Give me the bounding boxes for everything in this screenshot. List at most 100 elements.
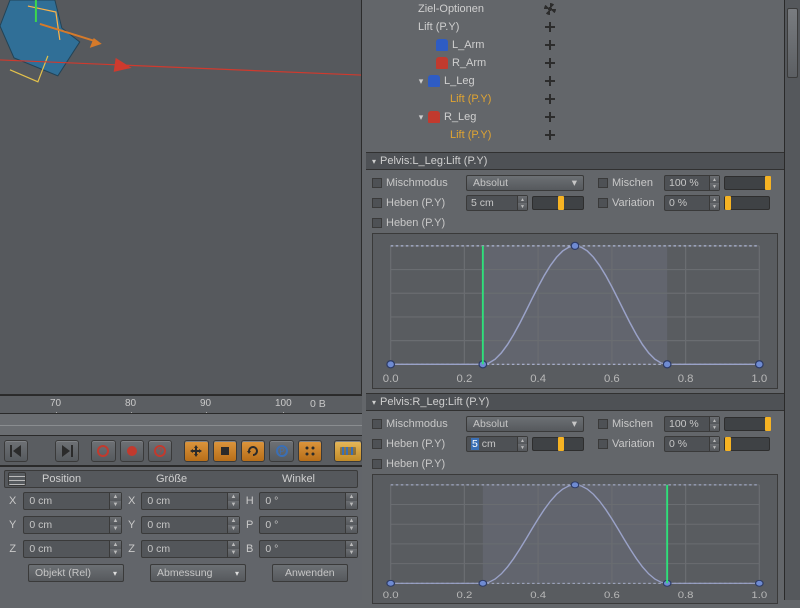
variation-slider[interactable] xyxy=(724,196,770,210)
svg-text:0.0: 0.0 xyxy=(383,591,399,601)
tree-item[interactable]: ▾ L_Leg xyxy=(366,72,784,90)
expander-icon[interactable]: ▾ xyxy=(416,112,426,123)
angle-axis-label: B xyxy=(242,543,257,555)
chevron-down-icon: ▾ xyxy=(572,418,577,430)
heben-slider[interactable] xyxy=(532,437,584,451)
mix-input[interactable]: 100 %▲▼ xyxy=(664,416,720,432)
heben-curve-label: Heben (P.Y) xyxy=(386,217,462,229)
size-input[interactable]: 0 cm▲▼ xyxy=(141,516,240,534)
tree-item[interactable]: R_Arm xyxy=(366,54,784,72)
angle-axis-label: H xyxy=(242,495,257,507)
variation-checkbox[interactable] xyxy=(598,439,608,449)
move-icon xyxy=(544,111,556,123)
record-button[interactable] xyxy=(91,440,115,462)
chevron-down-icon: ▾ xyxy=(113,569,117,578)
heben-checkbox[interactable] xyxy=(372,439,382,449)
scrollbar-thumb[interactable] xyxy=(787,8,798,78)
rotate-tool-button[interactable] xyxy=(241,440,265,462)
move-icon xyxy=(544,57,556,69)
svg-text:?: ? xyxy=(158,447,163,456)
coord-row: X 0 cm▲▼ X 0 cm▲▼ H 0 °▲▼ xyxy=(4,490,358,512)
move-tool-button[interactable] xyxy=(184,440,208,462)
expander-icon[interactable]: ▾ xyxy=(416,76,426,87)
variation-input[interactable]: 0 %▲▼ xyxy=(664,195,720,211)
curve-graph[interactable]: 0.00.20.40.60.81.0 xyxy=(372,474,778,604)
dimension-combo[interactable]: Abmessung▾ xyxy=(150,564,246,582)
position-input[interactable]: 0 cm▲▼ xyxy=(23,492,122,510)
angle-input[interactable]: 0 °▲▼ xyxy=(259,516,358,534)
panel-title: Pelvis:L_Leg:Lift (P.Y) xyxy=(380,155,487,167)
timeline-tick: 70 xyxy=(50,398,61,409)
param-key-button[interactable]: P xyxy=(269,440,293,462)
coord-row: Y 0 cm▲▼ Y 0 cm▲▼ P 0 °▲▼ xyxy=(4,514,358,536)
position-input[interactable]: 0 cm▲▼ xyxy=(23,516,122,534)
frame-counter: 0 B xyxy=(310,398,326,410)
mix-checkbox[interactable] xyxy=(598,178,608,188)
curve-graph[interactable]: 0.00.20.40.60.81.0 xyxy=(372,233,778,389)
scale-tool-button[interactable] xyxy=(213,440,237,462)
heben-curve-checkbox[interactable] xyxy=(372,218,382,228)
size-input[interactable]: 0 cm▲▼ xyxy=(141,540,240,558)
timeline-tick: 80 xyxy=(125,398,136,409)
key-filter-button[interactable] xyxy=(334,440,362,462)
heben-input[interactable]: 5 cm▲▼ xyxy=(466,436,528,452)
variation-input[interactable]: 0 %▲▼ xyxy=(664,436,720,452)
variation-slider[interactable] xyxy=(724,437,770,451)
tree-item[interactable]: Ziel-Optionen xyxy=(366,0,784,18)
tree-item[interactable]: Lift (P.Y) xyxy=(366,126,784,144)
panel-header[interactable]: ▾ Pelvis:R_Leg:Lift (P.Y) xyxy=(366,393,784,411)
apply-button[interactable]: Anwenden xyxy=(272,564,348,582)
svg-text:0.6: 0.6 xyxy=(604,591,620,601)
coordinate-panel: Position Größe Winkel X 0 cm▲▼ X 0 cm▲▼ … xyxy=(0,466,362,600)
mix-slider[interactable] xyxy=(724,417,770,431)
tree-item[interactable]: Lift (P.Y) xyxy=(366,18,784,36)
goto-start-button[interactable] xyxy=(4,440,28,462)
object-tree[interactable]: Ziel-Optionen Lift (P.Y) L_Arm R_Arm ▾ L… xyxy=(366,0,784,152)
angle-input[interactable]: 0 °▲▼ xyxy=(259,540,358,558)
size-input[interactable]: 0 cm▲▼ xyxy=(141,492,240,510)
mixmode-combo[interactable]: Absolut▾ xyxy=(466,416,584,432)
joint-icon xyxy=(436,57,448,69)
mixmode-combo[interactable]: Absolut▾ xyxy=(466,175,584,191)
heben-checkbox[interactable] xyxy=(372,198,382,208)
heben-input[interactable]: 5 cm▲▼ xyxy=(466,195,528,211)
point-level-button[interactable] xyxy=(298,440,322,462)
chevron-down-icon: ▾ xyxy=(572,177,577,189)
mixmode-checkbox[interactable] xyxy=(372,178,382,188)
panel-header[interactable]: ▾ Pelvis:L_Leg:Lift (P.Y) xyxy=(366,152,784,170)
tree-item-label: Lift (P.Y) xyxy=(450,129,491,141)
mix-slider[interactable] xyxy=(724,176,770,190)
tree-item[interactable]: ▾ R_Leg xyxy=(366,108,784,126)
mix-checkbox[interactable] xyxy=(598,419,608,429)
heben-slider[interactable] xyxy=(532,196,584,210)
mix-input[interactable]: 100 %▲▼ xyxy=(664,175,720,191)
timeline-track[interactable] xyxy=(0,413,362,436)
panel-handle-icon[interactable] xyxy=(8,472,26,486)
axis-label: X xyxy=(4,495,21,507)
mixmode-label: Mischmodus xyxy=(386,418,462,430)
heben-curve-label: Heben (P.Y) xyxy=(386,458,462,470)
mixmode-checkbox[interactable] xyxy=(372,419,382,429)
timeline-tick: 100 xyxy=(275,398,292,409)
key-options-button[interactable]: ? xyxy=(148,440,172,462)
goto-end-button[interactable] xyxy=(55,440,79,462)
heben-curve-checkbox[interactable] xyxy=(372,459,382,469)
tree-item[interactable]: Lift (P.Y) xyxy=(366,90,784,108)
panel-title: Pelvis:R_Leg:Lift (P.Y) xyxy=(380,396,489,408)
heben-label: Heben (P.Y) xyxy=(386,438,462,450)
tree-item[interactable]: L_Arm xyxy=(366,36,784,54)
autokey-button[interactable] xyxy=(120,440,144,462)
viewport-3d[interactable] xyxy=(0,0,362,395)
variation-checkbox[interactable] xyxy=(598,198,608,208)
dim-label: Z xyxy=(124,543,139,555)
object-space-combo[interactable]: Objekt (Rel)▾ xyxy=(28,564,124,582)
mix-label: Mischen xyxy=(612,177,660,189)
timeline-ruler[interactable]: 70 80 90 100 0 B xyxy=(0,395,362,413)
tree-item-label: Lift (P.Y) xyxy=(418,21,459,33)
variation-label: Variation xyxy=(612,197,660,209)
angle-input[interactable]: 0 °▲▼ xyxy=(259,492,358,510)
position-input[interactable]: 0 cm▲▼ xyxy=(23,540,122,558)
scrollbar-vertical[interactable] xyxy=(784,0,800,600)
svg-text:1.0: 1.0 xyxy=(751,591,767,601)
move-icon xyxy=(544,93,556,105)
